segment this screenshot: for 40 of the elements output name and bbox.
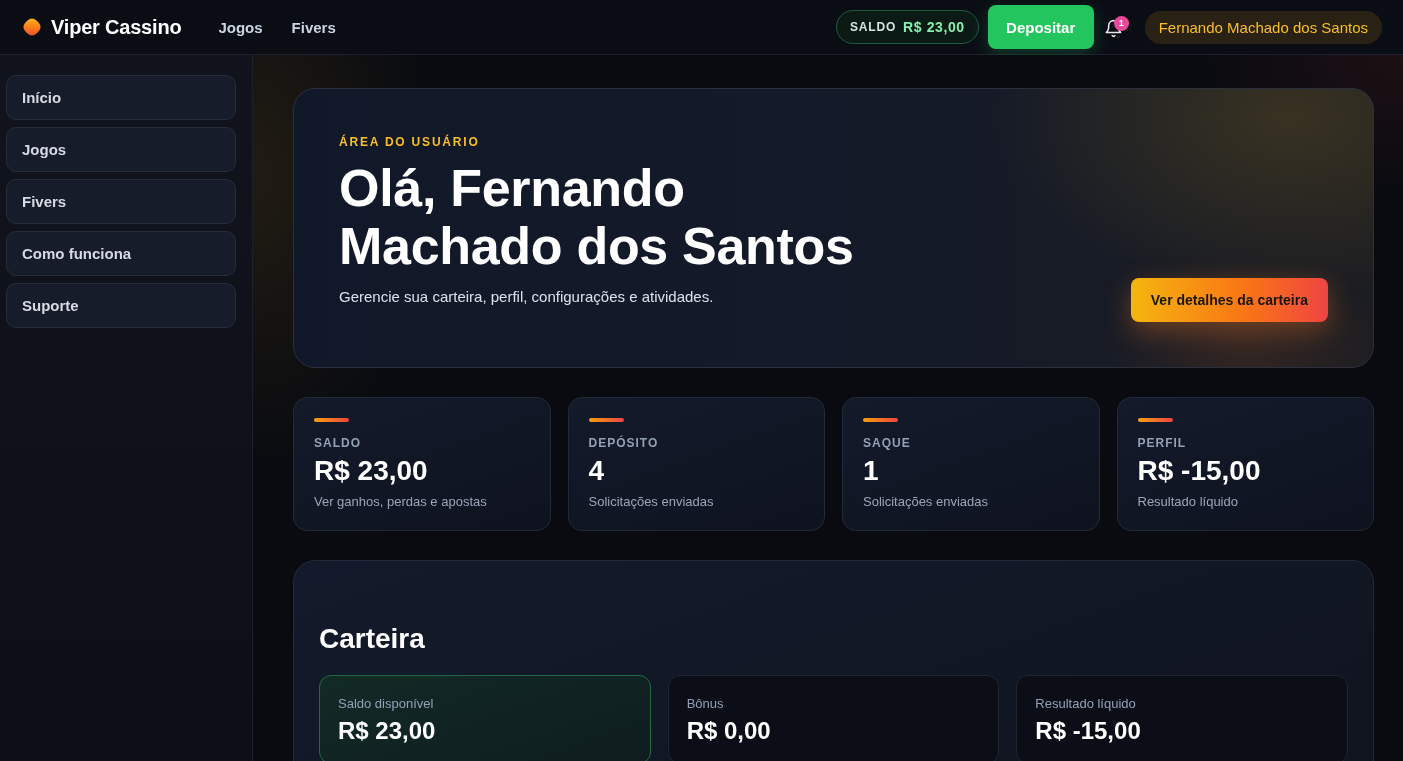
stat-label: DEPÓSITO xyxy=(588,435,660,451)
stat-caption: Solicitações enviadas xyxy=(863,493,990,511)
stat-caption: Resultado líquido xyxy=(1137,493,1239,511)
sidebar-item[interactable]: Início xyxy=(6,75,236,120)
stat-caption: Solicitações enviadas xyxy=(588,493,715,511)
nav-link[interactable]: Jogos xyxy=(218,18,263,36)
wallet-card-value: R$ -15,00 xyxy=(1035,717,1142,745)
sidebar-item[interactable]: Como funciona xyxy=(6,231,236,276)
stat-label: PERFIL xyxy=(1137,435,1188,451)
stat-caption: Ver ganhos, perdas e apostas xyxy=(314,493,488,511)
stat-value: 4 xyxy=(588,456,606,486)
bell-icon[interactable] xyxy=(1103,19,1123,38)
greeting-subtitle: Gerencie sua carteira, perfil, configurações e atividades. xyxy=(339,287,715,307)
sidebar-item[interactable]: Fivers xyxy=(6,179,236,224)
wallet-details-button[interactable]: Ver detalhes da carteira xyxy=(1130,278,1328,322)
balance-label: SALDO xyxy=(850,20,897,34)
stat-value: R$ -15,00 xyxy=(1137,456,1262,486)
stat-label: SALDO xyxy=(314,435,362,451)
stat-label: SAQUE xyxy=(863,435,912,451)
accent-bar-icon xyxy=(588,418,624,422)
accent-bar-icon xyxy=(863,418,898,422)
wallet-card-label: Bônus xyxy=(686,695,725,713)
section-eyebrow: ÁREA DO USUÁRIO xyxy=(339,134,481,150)
greeting-heading: Olá, Fernando Machado dos Santos xyxy=(339,159,855,275)
wallet-card-value: R$ 0,00 xyxy=(686,717,772,745)
stat-value: 1 xyxy=(863,456,880,486)
accent-bar-icon xyxy=(314,418,349,422)
wallet-heading: Carteira xyxy=(319,622,426,656)
sidebar-item[interactable]: Jogos xyxy=(6,127,236,172)
brand-name[interactable]: Viper Cassino xyxy=(51,15,182,39)
wallet-card-label: Saldo disponível xyxy=(338,695,435,713)
balance-value: R$ 23,00 xyxy=(903,19,965,35)
user-menu[interactable]: Fernando Machado dos Santos xyxy=(1144,10,1382,44)
nav-link[interactable]: Fivers xyxy=(291,18,336,36)
wallet-card-label: Resultado líquido xyxy=(1035,695,1137,713)
sidebar-item[interactable]: Suporte xyxy=(6,283,236,328)
wallet-card-value: R$ 23,00 xyxy=(338,717,437,745)
notification-badge: 1 xyxy=(1113,16,1129,31)
accent-bar-icon xyxy=(1137,418,1173,422)
stat-value: R$ 23,00 xyxy=(314,456,429,486)
